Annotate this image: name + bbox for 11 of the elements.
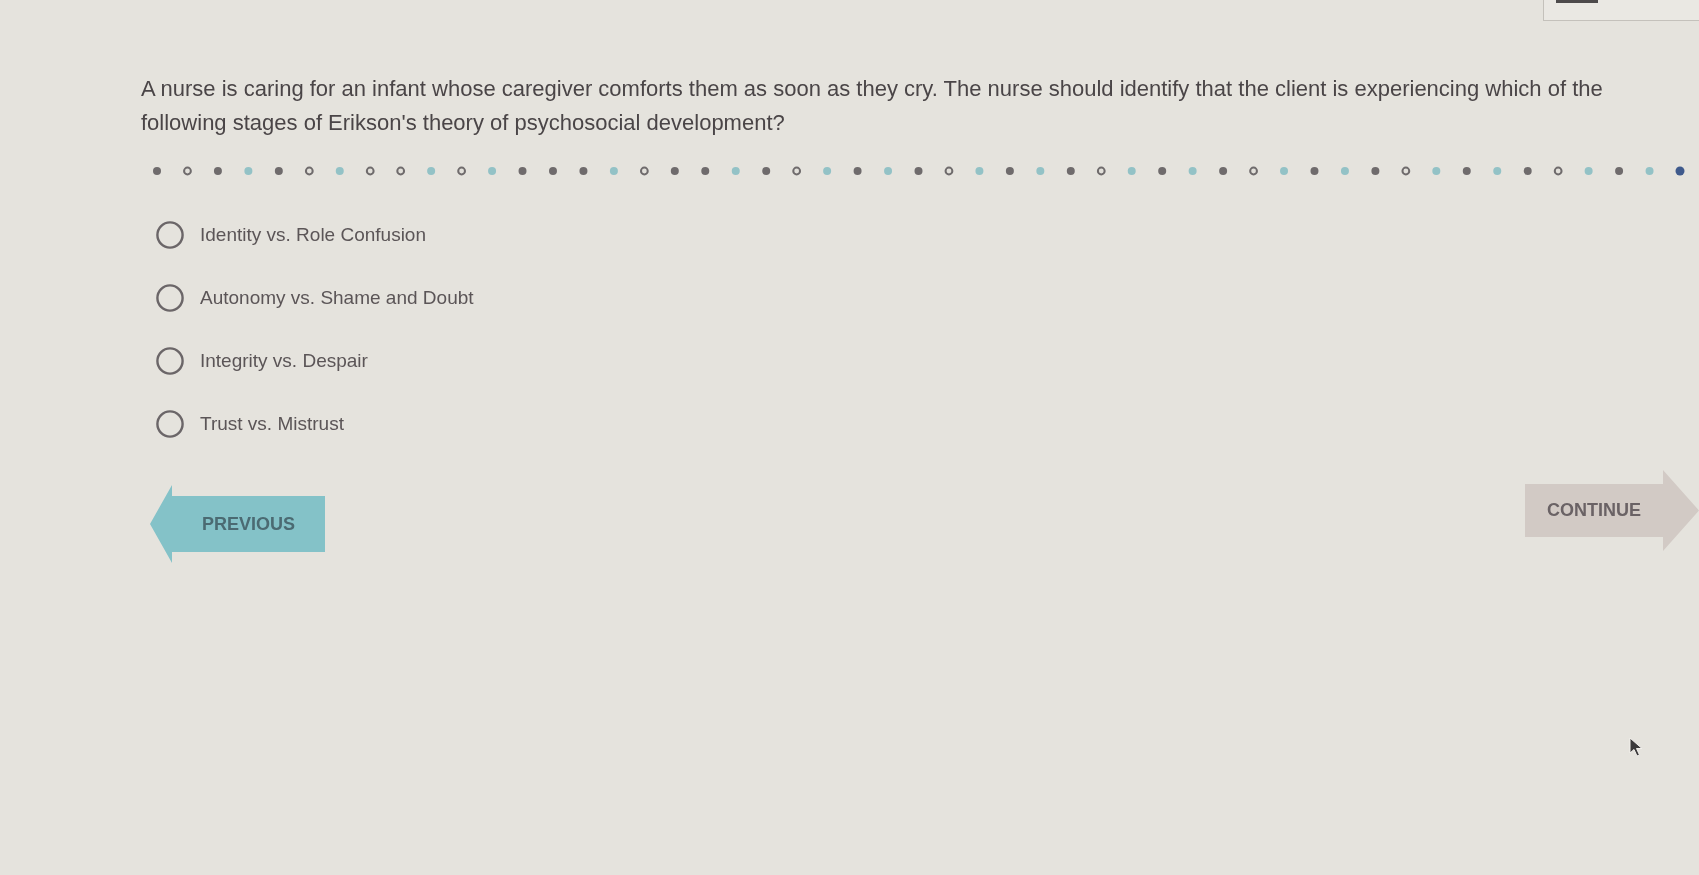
cursor-icon xyxy=(1629,737,1645,757)
option-label[interactable]: Identity vs. Role Confusion xyxy=(200,224,426,246)
radio-button[interactable] xyxy=(156,410,184,438)
option-label[interactable]: Integrity vs. Despair xyxy=(200,350,368,372)
previous-button[interactable]: PREVIOUS xyxy=(150,485,325,563)
radio-button[interactable] xyxy=(156,284,184,312)
question-text: A nurse is caring for an infant whose caregiver comforts them as soon as they cry. The nurse should identify that the client is experiencing which of the following stages of Erikson's theory of psychosocial development? xyxy=(141,75,1604,137)
radio-button[interactable] xyxy=(156,221,184,249)
option-label[interactable]: Trust vs. Mistrust xyxy=(200,413,344,435)
option-label[interactable]: Autonomy vs. Shame and Doubt xyxy=(200,287,474,309)
radio-button[interactable] xyxy=(156,347,184,375)
